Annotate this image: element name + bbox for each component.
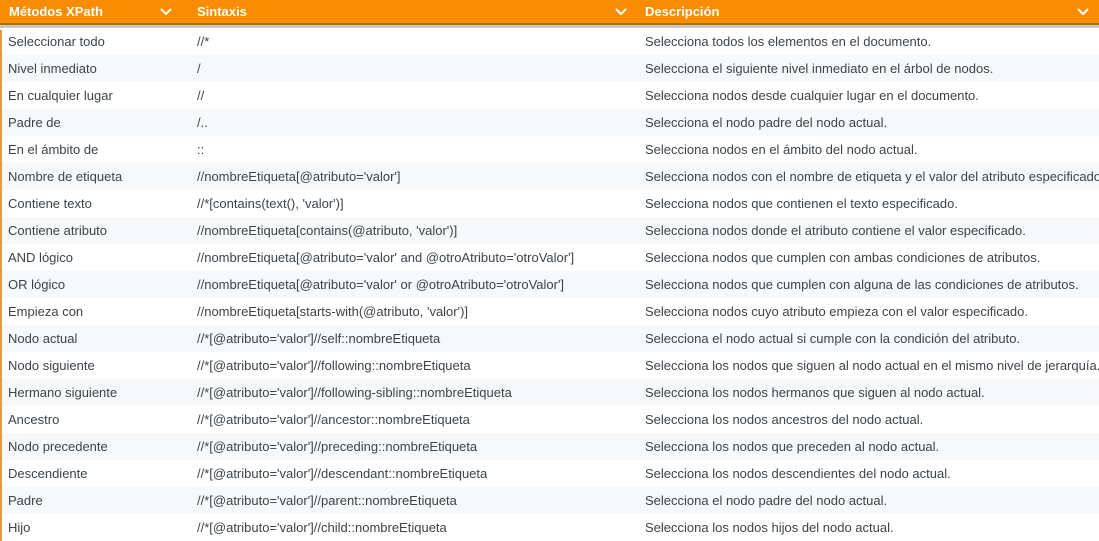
method-cell: Seleccionar todo [0, 34, 197, 49]
description-cell: Selecciona nodos desde cualquier lugar e… [645, 88, 1099, 103]
description-cell: Selecciona el nodo actual si cumple con … [645, 331, 1099, 346]
chevron-down-icon[interactable] [160, 8, 172, 16]
table-row: Empieza con //nombreEtiqueta[starts-with… [0, 298, 1099, 325]
table-row: Hijo //*[@atributo='valor']//child::nomb… [0, 514, 1099, 541]
syntax-cell: //*[@atributo='valor']//child::nombreEti… [197, 520, 645, 535]
method-cell: Empieza con [0, 304, 197, 319]
method-cell: En cualquier lugar [0, 88, 197, 103]
syntax-cell: // [197, 88, 645, 103]
syntax-cell: //*[@atributo='valor']//self::nombreEtiq… [197, 331, 645, 346]
method-cell: Nodo actual [0, 331, 197, 346]
description-cell: Selecciona el nodo padre del nodo actual… [645, 493, 1099, 508]
table-row: Nombre de etiqueta //nombreEtiqueta[@atr… [0, 163, 1099, 190]
method-cell: Nodo precedente [0, 439, 197, 454]
method-cell: Contiene atributo [0, 223, 197, 238]
table-row: Nodo actual //*[@atributo='valor']//self… [0, 325, 1099, 352]
description-cell: Selecciona los nodos que siguen al nodo … [645, 358, 1099, 373]
table-row: Descendiente //*[@atributo='valor']//des… [0, 460, 1099, 487]
syntax-cell: //nombreEtiqueta[@atributo='valor' and @… [197, 250, 645, 265]
description-cell: Selecciona los nodos hijos del nodo actu… [645, 520, 1099, 535]
syntax-cell: //*[@atributo='valor']//following::nombr… [197, 358, 645, 373]
description-cell: Selecciona los nodos descendientes del n… [645, 466, 1099, 481]
method-cell: Hermano siguiente [0, 385, 197, 400]
description-cell: Selecciona nodos con el nombre de etique… [645, 169, 1099, 184]
method-cell: OR lógico [0, 277, 197, 292]
table-row: OR lógico //nombreEtiqueta[@atributo='va… [0, 271, 1099, 298]
chevron-down-icon[interactable] [1077, 8, 1089, 16]
table-row: Nivel inmediato / Selecciona el siguient… [0, 55, 1099, 82]
syntax-cell: //*[contains(text(), 'valor')] [197, 196, 645, 211]
syntax-cell: //nombreEtiqueta[starts-with(@atributo, … [197, 304, 645, 319]
syntax-cell: /.. [197, 115, 645, 130]
table-row: Nodo siguiente //*[@atributo='valor']//f… [0, 352, 1099, 379]
xpath-reference-table: Métodos XPath Sintaxis Descripción [0, 0, 1099, 541]
table-row: Padre //*[@atributo='valor']//parent::no… [0, 487, 1099, 514]
table-row: AND lógico //nombreEtiqueta[@atributo='v… [0, 244, 1099, 271]
column-header-label: Descripción [645, 4, 719, 19]
description-cell: Selecciona el nodo padre del nodo actual… [645, 115, 1099, 130]
method-cell: Padre [0, 493, 197, 508]
syntax-cell: :: [197, 142, 645, 157]
table-row: Contiene texto //*[contains(text(), 'val… [0, 190, 1099, 217]
table-row: En el ámbito de :: Selecciona nodos en e… [0, 136, 1099, 163]
column-header-sintaxis[interactable]: Sintaxis [197, 0, 645, 23]
table-row: Hermano siguiente //*[@atributo='valor']… [0, 379, 1099, 406]
table-row: Contiene atributo //nombreEtiqueta[conta… [0, 217, 1099, 244]
description-cell: Selecciona el siguiente nivel inmediato … [645, 61, 1099, 76]
description-cell: Selecciona los nodos ancestros del nodo … [645, 412, 1099, 427]
syntax-cell: / [197, 61, 645, 76]
table-row: Seleccionar todo //* Selecciona todos lo… [0, 28, 1099, 55]
table-row: Nodo precedente //*[@atributo='valor']//… [0, 433, 1099, 460]
method-cell: Nombre de etiqueta [0, 169, 197, 184]
method-cell: Nodo siguiente [0, 358, 197, 373]
syntax-cell: //nombreEtiqueta[@atributo='valor' or @o… [197, 277, 645, 292]
chevron-down-icon[interactable] [615, 8, 627, 16]
syntax-cell: //nombreEtiqueta[@atributo='valor'] [197, 169, 645, 184]
syntax-cell: //*[@atributo='valor']//preceding::nombr… [197, 439, 645, 454]
method-cell: AND lógico [0, 250, 197, 265]
table-row: En cualquier lugar // Selecciona nodos d… [0, 82, 1099, 109]
table-row: Padre de /.. Selecciona el nodo padre de… [0, 109, 1099, 136]
description-cell: Selecciona los nodos hermanos que siguen… [645, 385, 1099, 400]
description-cell: Selecciona nodos que contienen el texto … [645, 196, 1099, 211]
syntax-cell: //* [197, 34, 645, 49]
method-cell: Nivel inmediato [0, 61, 197, 76]
method-cell: Padre de [0, 115, 197, 130]
syntax-cell: //*[@atributo='valor']//parent::nombreEt… [197, 493, 645, 508]
column-header-label: Métodos XPath [9, 4, 103, 19]
method-cell: Ancestro [0, 412, 197, 427]
syntax-cell: //*[@atributo='valor']//descendant::nomb… [197, 466, 645, 481]
column-header-descripcion[interactable]: Descripción [645, 0, 1099, 23]
left-accent-stripe [0, 30, 2, 541]
syntax-cell: //*[@atributo='valor']//ancestor::nombre… [197, 412, 645, 427]
method-cell: Descendiente [0, 466, 197, 481]
method-cell: Hijo [0, 520, 197, 535]
table-header: Métodos XPath Sintaxis Descripción [0, 0, 1099, 25]
column-header-label: Sintaxis [197, 4, 247, 19]
syntax-cell: //*[@atributo='valor']//following-siblin… [197, 385, 645, 400]
description-cell: Selecciona nodos cuyo atributo empieza c… [645, 304, 1099, 319]
description-cell: Selecciona nodos que cumplen con ambas c… [645, 250, 1099, 265]
method-cell: Contiene texto [0, 196, 197, 211]
method-cell: En el ámbito de [0, 142, 197, 157]
description-cell: Selecciona nodos que cumplen con alguna … [645, 277, 1099, 292]
description-cell: Selecciona nodos en el ámbito del nodo a… [645, 142, 1099, 157]
syntax-cell: //nombreEtiqueta[contains(@atributo, 'va… [197, 223, 645, 238]
table-row: Ancestro //*[@atributo='valor']//ancesto… [0, 406, 1099, 433]
description-cell: Selecciona los nodos que preceden al nod… [645, 439, 1099, 454]
table-body: Seleccionar todo //* Selecciona todos lo… [0, 28, 1099, 541]
description-cell: Selecciona todos los elementos en el doc… [645, 34, 1099, 49]
column-header-metodos-xpath[interactable]: Métodos XPath [0, 0, 197, 23]
description-cell: Selecciona nodos donde el atributo conti… [645, 223, 1099, 238]
